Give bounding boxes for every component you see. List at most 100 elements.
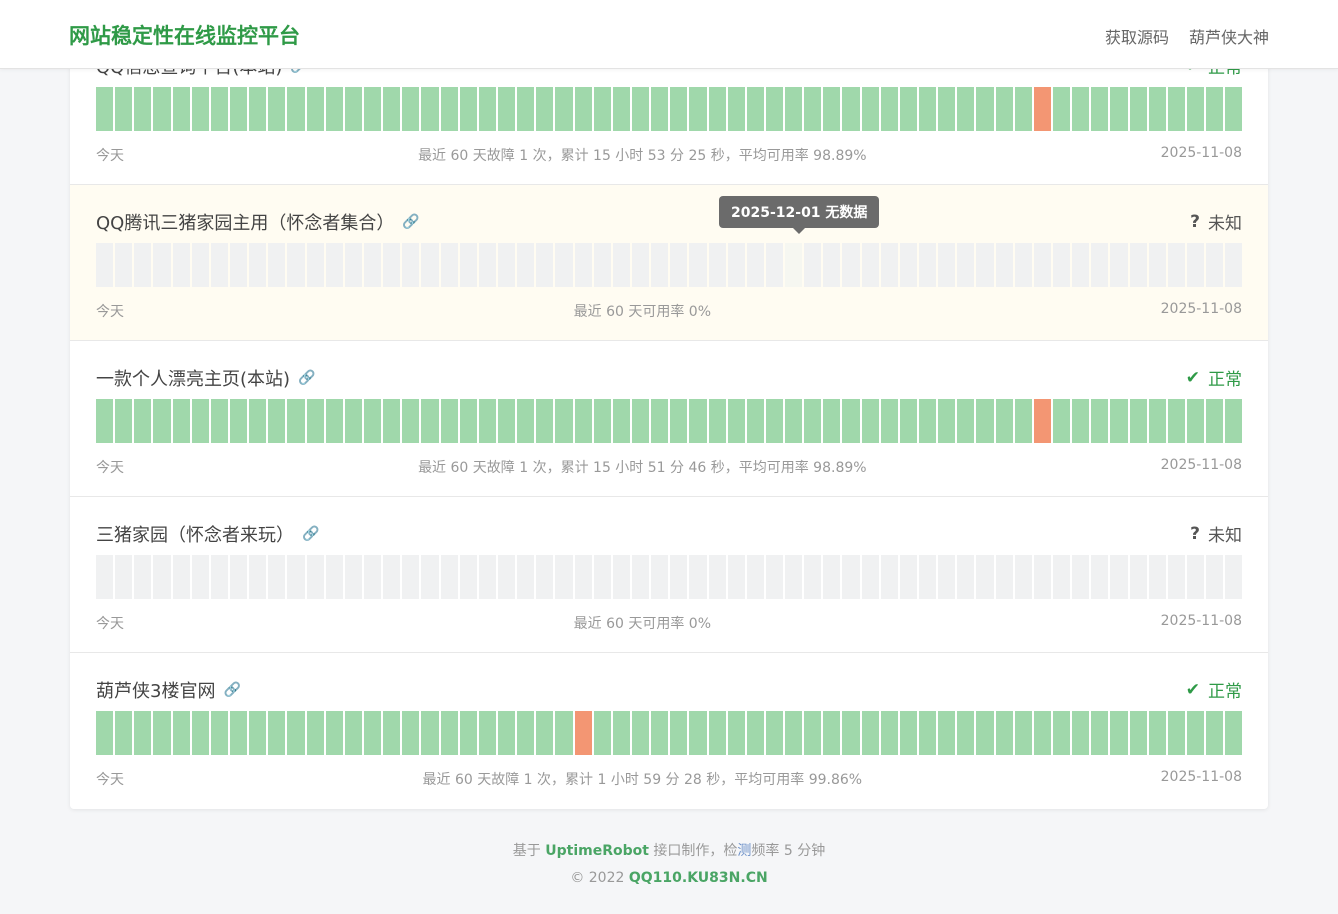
uptime-bar[interactable]	[383, 87, 400, 131]
uptime-bar[interactable]	[804, 711, 821, 755]
uptime-bar[interactable]	[536, 87, 553, 131]
uptime-bar[interactable]	[747, 243, 764, 287]
uptime-bar[interactable]	[575, 555, 592, 599]
uptime-bar[interactable]	[1168, 555, 1185, 599]
uptime-bar[interactable]	[1091, 555, 1108, 599]
uptime-bar[interactable]	[460, 711, 477, 755]
uptime-bar[interactable]	[345, 711, 362, 755]
uptime-bar[interactable]	[919, 555, 936, 599]
uptime-bar[interactable]	[249, 87, 266, 131]
uptime-bar[interactable]	[689, 711, 706, 755]
uptime-bar[interactable]	[460, 87, 477, 131]
uptime-bar[interactable]	[249, 399, 266, 443]
uptime-bar[interactable]	[326, 243, 343, 287]
uptime-bar[interactable]	[1149, 87, 1166, 131]
uptime-bar[interactable]	[1072, 87, 1089, 131]
uptime-bar[interactable]	[1091, 87, 1108, 131]
uptime-bar[interactable]	[613, 87, 630, 131]
uptime-bar[interactable]	[594, 243, 611, 287]
uptime-bar[interactable]	[1206, 711, 1223, 755]
uptime-bar[interactable]	[479, 87, 496, 131]
uptime-bar[interactable]	[919, 399, 936, 443]
uptime-bar[interactable]	[1034, 555, 1051, 599]
uptime-bar[interactable]	[96, 399, 113, 443]
uptime-bar[interactable]	[441, 555, 458, 599]
uptime-bar[interactable]	[862, 555, 879, 599]
uptime-bar[interactable]	[326, 711, 343, 755]
uptime-bar[interactable]	[1130, 399, 1147, 443]
uptime-bar[interactable]	[842, 555, 859, 599]
uptime-bar[interactable]	[287, 243, 304, 287]
uptime-bar[interactable]	[1206, 243, 1223, 287]
uptime-bar[interactable]	[881, 711, 898, 755]
uptime-bar[interactable]	[766, 711, 783, 755]
uptime-bar[interactable]	[938, 87, 955, 131]
uptime-bar[interactable]	[1072, 243, 1089, 287]
uptime-bar[interactable]	[900, 243, 917, 287]
uptime-bar[interactable]	[326, 87, 343, 131]
uptime-bar[interactable]	[555, 399, 572, 443]
uptime-bar[interactable]	[1015, 243, 1032, 287]
uptime-bar[interactable]	[957, 87, 974, 131]
uptime-bar[interactable]	[709, 243, 726, 287]
uptime-bar[interactable]	[1149, 711, 1166, 755]
uptime-bar[interactable]	[670, 87, 687, 131]
uptime-bar[interactable]	[364, 555, 381, 599]
uptime-bar[interactable]	[364, 243, 381, 287]
uptime-bar[interactable]	[230, 87, 247, 131]
uptime-bar[interactable]	[115, 87, 132, 131]
uptime-bar[interactable]	[1015, 399, 1032, 443]
uptime-bar[interactable]	[153, 555, 170, 599]
uptime-bar[interactable]	[364, 711, 381, 755]
uptime-bar[interactable]	[421, 87, 438, 131]
uptime-bar[interactable]	[192, 87, 209, 131]
uptime-bar[interactable]	[421, 243, 438, 287]
uptime-bar[interactable]	[268, 399, 285, 443]
uptime-bar[interactable]	[1034, 87, 1051, 131]
uptime-bar[interactable]	[211, 87, 228, 131]
uptime-bar[interactable]	[766, 243, 783, 287]
uptime-bar[interactable]	[1034, 399, 1051, 443]
uptime-bar[interactable]	[498, 243, 515, 287]
uptime-bar[interactable]	[153, 243, 170, 287]
uptime-bar[interactable]	[1225, 399, 1242, 443]
uptime-bar[interactable]	[555, 243, 572, 287]
uptime-bar[interactable]	[173, 243, 190, 287]
uptime-bar[interactable]	[211, 399, 228, 443]
uptime-bar[interactable]	[134, 399, 151, 443]
uptime-bar[interactable]	[498, 87, 515, 131]
uptime-bar[interactable]	[957, 399, 974, 443]
uptime-bar[interactable]	[192, 399, 209, 443]
uptime-bar[interactable]	[823, 711, 840, 755]
uptime-bar[interactable]	[211, 243, 228, 287]
uptime-bar[interactable]	[1187, 711, 1204, 755]
uptime-bar[interactable]	[632, 399, 649, 443]
uptime-bar[interactable]	[632, 243, 649, 287]
uptime-bar[interactable]	[804, 399, 821, 443]
uptime-bar[interactable]	[785, 87, 802, 131]
uptime-bar[interactable]	[96, 243, 113, 287]
uptime-bar[interactable]	[900, 555, 917, 599]
uptime-bar[interactable]	[900, 399, 917, 443]
uptime-bar[interactable]	[1053, 243, 1070, 287]
uptime-bar[interactable]	[287, 555, 304, 599]
uptime-bar[interactable]	[383, 399, 400, 443]
uptime-bar[interactable]	[230, 399, 247, 443]
uptime-bar[interactable]	[976, 399, 993, 443]
uptime-bar[interactable]	[345, 399, 362, 443]
uptime-bar[interactable]	[517, 243, 534, 287]
uptime-bar[interactable]	[976, 711, 993, 755]
uptime-bar[interactable]	[1072, 399, 1089, 443]
uptime-bar[interactable]	[747, 555, 764, 599]
uptime-bar[interactable]	[441, 711, 458, 755]
uptime-bar[interactable]	[728, 243, 745, 287]
uptime-bar[interactable]	[919, 243, 936, 287]
uptime-bar[interactable]	[211, 555, 228, 599]
uptime-bar[interactable]	[823, 243, 840, 287]
uptime-bar[interactable]	[747, 399, 764, 443]
uptime-bar[interactable]	[632, 711, 649, 755]
uptime-bar[interactable]	[575, 87, 592, 131]
uptime-bar[interactable]	[919, 87, 936, 131]
uptime-bar[interactable]	[326, 555, 343, 599]
uptime-bar[interactable]	[1168, 243, 1185, 287]
